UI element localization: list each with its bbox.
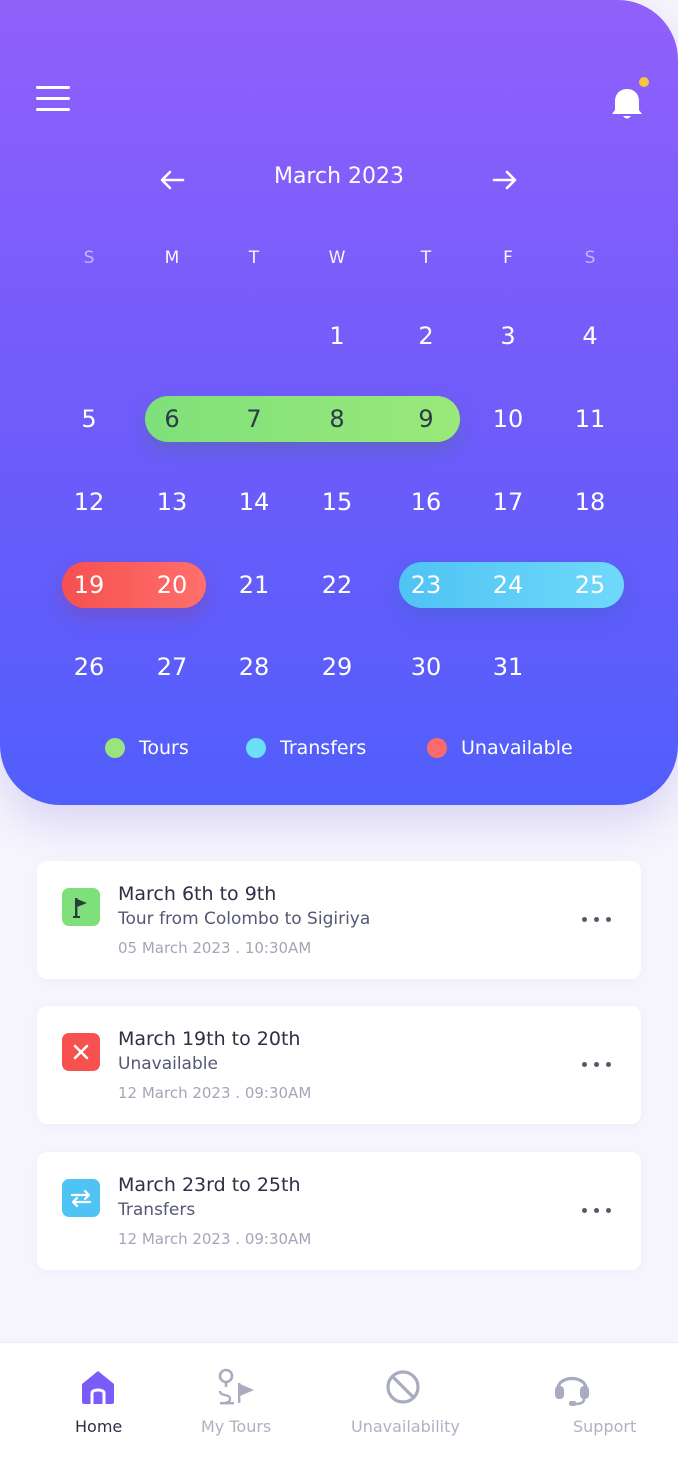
nav-label-my-tours: My Tours [201,1417,272,1436]
calendar-day[interactable]: 15 [307,485,367,519]
calendar-day[interactable]: 12 [59,485,119,519]
weekday-label: W [328,248,346,268]
calendar-day[interactable]: 24 [478,568,538,602]
flag-icon [62,888,100,926]
arrow-right-icon [492,170,517,190]
nav-label-support: Support [573,1417,637,1436]
calendar-day[interactable]: 21 [224,568,284,602]
notification-bell-icon[interactable] [608,76,650,122]
nav-label-home: Home [75,1417,123,1436]
more-options-icon[interactable] [578,1200,618,1220]
calendar-day[interactable]: 17 [478,485,538,519]
legend-dot-tours [105,738,125,758]
legend-dot-unavailable [427,738,447,758]
calendar-day[interactable]: 9 [396,402,456,436]
month-title: March 2023 [273,164,405,189]
event-card-unavailable[interactable]: March 19th to 20th Unavailable 12 March … [37,1006,641,1124]
nav-item-unavailability[interactable]: Unavailability [350,1343,462,1469]
legend-label: Unavailable [461,737,573,759]
calendar-day[interactable]: 30 [396,650,456,684]
swap-icon [62,1179,100,1217]
calendar-day[interactable]: 20 [142,568,202,602]
home-icon [78,1367,118,1407]
hamburger-menu-icon[interactable] [36,86,70,112]
calendar-day[interactable]: 14 [224,485,284,519]
event-subtitle: Transfers [118,1200,196,1220]
calendar-day[interactable]: 4 [560,319,620,353]
block-icon [383,1367,423,1407]
event-title: March 19th to 20th [118,1028,301,1050]
calendar-day[interactable]: 16 [396,485,456,519]
weekday-label: M [164,248,180,268]
legend-item-tours: Tours [105,737,189,759]
event-date: 12 March 2023 . 09:30AM [118,1084,312,1102]
close-icon [62,1033,100,1071]
calendar-day[interactable]: 11 [560,402,620,436]
weekday-label: T [420,248,432,268]
calendar-header: March 2023 SMTWTFS 1 2 3 4 5 6 7 8 9 10 11 12 13 14 15… [0,0,678,805]
more-options-icon[interactable] [578,909,618,929]
calendar-day[interactable]: 19 [59,568,119,602]
weekday-label: T [248,248,260,268]
previous-month-button[interactable] [154,162,190,198]
event-card-tours[interactable]: March 6th to 9th Tour from Colombo to Si… [37,861,641,979]
legend-item-unavailable: Unavailable [427,737,573,759]
bottom-navigation: Home My Tours Unavailability Support [0,1342,678,1469]
calendar-day[interactable]: 31 [478,650,538,684]
route-icon [216,1367,256,1407]
event-date: 12 March 2023 . 09:30AM [118,1230,312,1248]
legend-label: Transfers [280,737,367,759]
calendar-day[interactable]: 3 [478,319,538,353]
calendar-day[interactable]: 23 [396,568,456,602]
calendar-day[interactable]: 1 [307,319,367,353]
weekday-label: S [584,248,596,268]
calendar-day[interactable]: 5 [59,402,119,436]
calendar-day[interactable]: 2 [396,319,456,353]
legend-dot-transfers [246,738,266,758]
calendar-day[interactable]: 25 [560,568,620,602]
calendar-day[interactable]: 29 [307,650,367,684]
calendar-day[interactable]: 18 [560,485,620,519]
calendar-day[interactable]: 22 [307,568,367,602]
calendar-day[interactable]: 7 [224,402,284,436]
event-date: 05 March 2023 . 10:30AM [118,939,312,957]
event-subtitle: Tour from Colombo to Sigiriya [118,909,371,929]
calendar-day[interactable]: 8 [307,402,367,436]
calendar-day[interactable]: 28 [224,650,284,684]
calendar-day[interactable]: 10 [478,402,538,436]
more-options-icon[interactable] [578,1054,618,1074]
nav-item-support[interactable]: Support [546,1343,646,1469]
nav-item-home[interactable]: Home [60,1343,140,1469]
calendar-day[interactable]: 27 [142,650,202,684]
legend-label: Tours [139,737,189,759]
next-month-button[interactable] [487,162,523,198]
nav-label-unavailability: Unavailability [351,1417,460,1436]
calendar-day[interactable]: 6 [142,402,202,436]
event-subtitle: Unavailable [118,1054,218,1074]
legend-item-transfers: Transfers [246,737,366,759]
event-card-transfers[interactable]: March 23rd to 25th Transfers 12 March 20… [37,1152,641,1270]
event-title: March 6th to 9th [118,883,277,905]
headset-icon [552,1367,592,1407]
weekday-label: F [503,248,513,268]
nav-item-my-tours[interactable]: My Tours [196,1343,286,1469]
calendar-day[interactable]: 26 [59,650,119,684]
weekday-label: S [83,248,95,268]
event-title: March 23rd to 25th [118,1174,301,1196]
arrow-left-icon [160,170,185,190]
calendar-day[interactable]: 13 [142,485,202,519]
